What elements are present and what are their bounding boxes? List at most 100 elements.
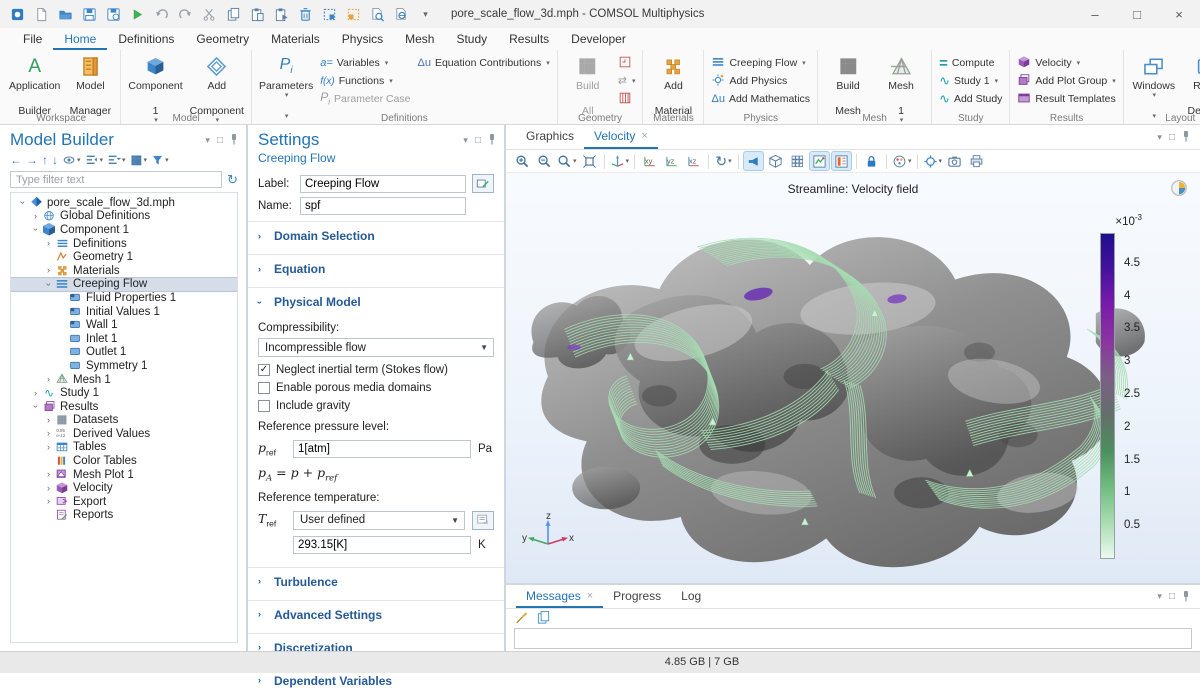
save-icon[interactable] [78, 3, 101, 25]
reference-temperature-input[interactable] [293, 536, 471, 554]
collapse-all-icon[interactable]: ▾ [85, 153, 104, 167]
tree-node-geometry-1[interactable]: Geometry 1 [11, 250, 237, 264]
filter-icon[interactable]: ▾ [151, 154, 169, 167]
wireframe-icon[interactable] [787, 151, 808, 171]
velocity-button[interactable]: Velocity▾ [1015, 54, 1117, 72]
functions-button[interactable]: f(x)Functions▾ [318, 72, 412, 90]
expander-closed-icon[interactable]: › [30, 212, 41, 221]
panel-menu-icon[interactable]: ▾ [463, 135, 468, 146]
select-box-icon[interactable] [342, 3, 365, 25]
virtual-operations-button[interactable] [616, 90, 638, 108]
menu-developer[interactable]: Developer [560, 28, 637, 50]
zoom-in-icon[interactable] [512, 151, 533, 171]
model-manager-button[interactable]: ModelManager [65, 53, 115, 118]
pin-panel-icon[interactable] [230, 133, 238, 147]
menu-definitions[interactable]: Definitions [107, 28, 185, 50]
compressibility-select[interactable]: Incompressible flow ▼ [258, 338, 494, 357]
reference-temperature-select[interactable]: User defined ▼ [293, 511, 465, 530]
parameter-case-button[interactable]: PiParameter Case [318, 90, 412, 108]
compute-button[interactable]: =Compute [937, 54, 1004, 72]
pin-panel-icon[interactable] [488, 133, 496, 147]
close-tab-icon[interactable]: × [641, 130, 647, 142]
new-file-icon[interactable] [30, 3, 53, 25]
close-tab-icon[interactable]: × [587, 590, 593, 602]
pin-panel-icon[interactable] [1182, 590, 1190, 604]
section-turbulence[interactable]: › Turbulence [248, 567, 504, 596]
tree-node-symmetry-1[interactable]: Symmetry 1 [11, 359, 237, 373]
scene-light-icon[interactable] [743, 151, 764, 171]
tree-node-derived-values[interactable]: ›0.85e-12Derived Values [11, 427, 237, 441]
paste-icon[interactable] [246, 3, 269, 25]
add-physics-button[interactable]: Add Physics [709, 72, 812, 90]
tree-node-datasets[interactable]: ›Datasets [11, 414, 237, 428]
result-templates-button[interactable]: Result Templates [1015, 90, 1117, 108]
tree-node-pore-scale-flow-3d-mph[interactable]: ›pore_scale_flow_3d.mph [11, 196, 237, 210]
tab-velocity[interactable]: Velocity × [584, 125, 658, 149]
menu-home[interactable]: Home [53, 28, 107, 50]
reference-pressure-input[interactable] [293, 440, 471, 458]
checkbox-stokes-flow[interactable]: ✓ Neglect inertial term (Stokes flow) [258, 361, 494, 379]
expander-open-icon[interactable]: › [30, 225, 41, 234]
tab-progress[interactable]: Progress [603, 585, 671, 608]
move-down-icon[interactable]: ↓ [52, 154, 58, 166]
tab-log[interactable]: Log [671, 585, 711, 608]
add-material-button[interactable]: AddMaterial [648, 53, 698, 118]
messages-output[interactable] [514, 628, 1192, 649]
zoom-document-icon[interactable] [390, 3, 413, 25]
update-geometry-button[interactable]: ⇄▾ [616, 72, 638, 90]
menu-materials[interactable]: Materials [260, 28, 331, 50]
tree-node-creeping-flow[interactable]: ›Creeping Flow [11, 278, 237, 292]
tree-node-wall-1[interactable]: Wall 1 [11, 318, 237, 332]
save-as-icon[interactable] [102, 3, 125, 25]
transparency-icon[interactable] [765, 151, 786, 171]
expander-closed-icon[interactable]: › [43, 266, 54, 275]
close-button[interactable]: × [1158, 0, 1200, 28]
expand-all-icon[interactable]: ▾ [107, 153, 126, 167]
expander-closed-icon[interactable]: › [43, 443, 54, 452]
tree-node-inlet-1[interactable]: Inlet 1 [11, 332, 237, 346]
application-builder-button[interactable]: AApplicationBuilder [7, 53, 62, 118]
rename-button[interactable] [472, 174, 494, 193]
go-to-source-button[interactable] [472, 511, 494, 530]
tree-node-fluid-properties-1[interactable]: Fluid Properties 1 [11, 291, 237, 305]
back-icon[interactable]: ← [10, 154, 22, 166]
name-input[interactable] [300, 197, 466, 215]
view-yz-icon[interactable]: yz [661, 151, 682, 171]
expander-closed-icon[interactable]: › [43, 497, 54, 506]
creeping-flow-button[interactable]: Creeping Flow▾ [709, 54, 812, 72]
menu-physics[interactable]: Physics [331, 28, 394, 50]
print-icon[interactable] [966, 151, 987, 171]
float-panel-icon[interactable]: □ [1169, 132, 1175, 143]
pin-panel-icon[interactable] [1182, 130, 1190, 144]
float-panel-icon[interactable]: □ [217, 135, 223, 146]
checkbox-include-gravity[interactable]: Include gravity [258, 397, 494, 415]
select-block-icon[interactable] [318, 3, 341, 25]
tree-node-results[interactable]: ›Results [11, 400, 237, 414]
run-icon[interactable] [126, 3, 149, 25]
copy-messages-icon[interactable] [536, 610, 551, 628]
expander-open-icon[interactable]: › [30, 402, 41, 411]
detach-plot-icon[interactable] [1170, 179, 1188, 200]
clear-messages-icon[interactable] [514, 610, 529, 628]
zoom-box-icon[interactable]: ▾ [556, 151, 578, 171]
go-to-view-icon[interactable]: ▾ [609, 151, 631, 171]
panel-menu-icon[interactable]: ▾ [1157, 132, 1162, 143]
section-advanced-settings[interactable]: › Advanced Settings [248, 600, 504, 629]
tab-graphics[interactable]: Graphics [516, 125, 584, 149]
forward-icon[interactable]: → [26, 154, 38, 166]
add-mathematics-button[interactable]: ΔuAdd Mathematics [709, 90, 812, 108]
tree-node-definitions[interactable]: ›Definitions [11, 237, 237, 251]
zoom-extents-icon[interactable] [579, 151, 600, 171]
float-panel-icon[interactable]: □ [475, 135, 481, 146]
lock-view-icon[interactable] [861, 151, 882, 171]
add-plot-group-button[interactable]: Add Plot Group▾ [1015, 72, 1117, 90]
show-icon[interactable]: ▾ [62, 153, 81, 167]
section-domain-selection[interactable]: › Domain Selection [248, 221, 504, 250]
redo-icon[interactable] [174, 3, 197, 25]
maximize-button[interactable]: □ [1116, 0, 1158, 28]
expander-closed-icon[interactable]: › [43, 470, 54, 479]
panel-menu-icon[interactable]: ▾ [1157, 591, 1162, 602]
label-input[interactable] [300, 175, 466, 193]
color-legend-icon[interactable] [831, 151, 852, 171]
tree-node-materials[interactable]: ›Materials [11, 264, 237, 278]
